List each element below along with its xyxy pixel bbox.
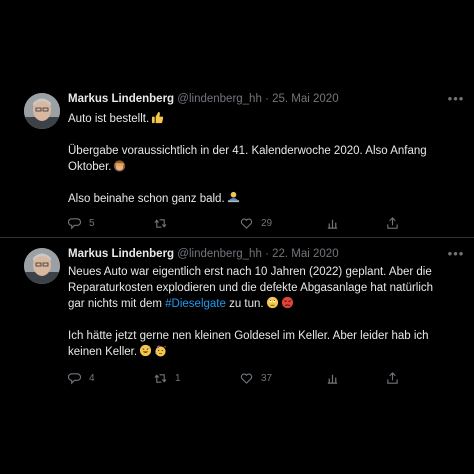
avatar[interactable]	[24, 248, 60, 284]
analytics-button[interactable]	[326, 215, 339, 231]
tweet-header: Markus Lindenberg @lindenberg_hh · 22. M…	[68, 248, 339, 260]
tweet-date[interactable]: 22. Mai 2020	[272, 248, 339, 260]
person-at-desk-emoji	[227, 191, 239, 203]
tweet-paragraph: Ich hätte jetzt gerne nen kleinen Goldes…	[68, 330, 429, 358]
tweet-paragraph: Neues Auto war eigentlich erst nach 10 J…	[68, 266, 434, 310]
like-count: 29	[261, 217, 273, 229]
grinning-sweat-emoji	[139, 344, 152, 357]
angry-face-emoji	[281, 296, 293, 309]
tweet-paragraph: Übergabe voraussichtlich in der 41. Kale…	[68, 145, 427, 173]
author-handle[interactable]: @lindenberg_hh	[177, 248, 262, 260]
reply-count: 4	[89, 372, 95, 384]
reply-icon	[68, 217, 81, 229]
share-icon	[387, 216, 398, 229]
like-count: 37	[261, 372, 273, 384]
tweet[interactable]: Markus Lindenberg @lindenberg_hh · 25. M…	[0, 83, 474, 238]
avatar[interactable]	[24, 93, 60, 129]
tweet-paragraph: Auto ist bestellt.	[68, 111, 452, 127]
retweet-button[interactable]	[154, 215, 175, 231]
see-no-evil-monkey-emoji	[114, 160, 126, 172]
reply-button[interactable]: 5	[68, 215, 95, 231]
reply-count: 5	[89, 217, 95, 229]
like-button[interactable]: 29	[240, 215, 272, 231]
separator: ·	[265, 248, 269, 260]
separator: ·	[265, 93, 269, 105]
tweet-text: Auto ist bestellt. Übergabe voraussichtl…	[68, 111, 452, 207]
analytics-button[interactable]	[326, 370, 339, 386]
retweet-button[interactable]: 1	[154, 370, 181, 386]
tweet[interactable]: Markus Lindenberg @lindenberg_hh · 22. M…	[0, 238, 474, 390]
author-handle[interactable]: @lindenberg_hh	[177, 93, 262, 105]
share-icon	[387, 371, 398, 384]
eye-roll-emoji	[266, 296, 278, 309]
tweet-header: Markus Lindenberg @lindenberg_hh · 25. M…	[68, 93, 339, 105]
like-icon	[240, 372, 253, 384]
author-name[interactable]: Markus Lindenberg	[68, 248, 174, 260]
tweet-paragraph: Also beinahe schon ganz bald.	[68, 191, 452, 207]
retweet-count: 1	[175, 372, 181, 384]
share-button[interactable]	[386, 370, 399, 386]
partying-face-emoji	[155, 344, 166, 357]
tweet-date[interactable]: 25. Mai 2020	[272, 93, 339, 105]
analytics-icon	[327, 219, 338, 229]
tweet-text: Neues Auto war eigentlich erst nach 10 J…	[68, 264, 452, 360]
more-options-icon[interactable]: •••	[446, 246, 466, 262]
like-icon	[240, 217, 253, 229]
hashtag-link[interactable]: #Dieselgate	[165, 298, 226, 310]
reply-button[interactable]: 4	[68, 370, 95, 386]
analytics-icon	[327, 374, 338, 384]
more-options-icon[interactable]: •••	[446, 91, 466, 107]
author-name[interactable]: Markus Lindenberg	[68, 93, 174, 105]
share-button[interactable]	[386, 215, 399, 231]
reply-icon	[68, 372, 81, 384]
tweet-actions: 4 1 37	[68, 370, 444, 386]
like-button[interactable]: 37	[240, 370, 272, 386]
retweet-icon	[154, 218, 167, 228]
thumbs-up-emoji	[152, 111, 164, 124]
tweet-actions: 5 29	[68, 215, 444, 231]
retweet-icon	[154, 373, 167, 383]
